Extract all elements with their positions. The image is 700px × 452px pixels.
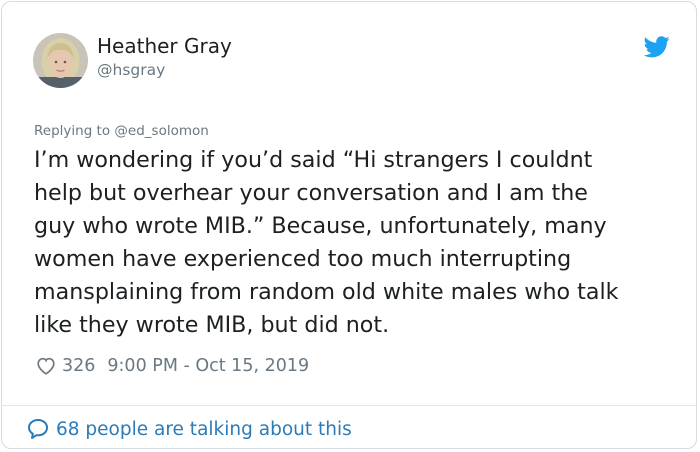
reply-context: Replying to @ed_solomon	[34, 122, 209, 140]
speech-bubble-icon	[28, 419, 48, 439]
tweet-text-line: I’m wondering if you’d said “Hi stranger…	[34, 147, 593, 173]
tweet-text-line: guy who wrote MIB.” Because, unfortunate…	[34, 213, 607, 239]
timestamp-link[interactable]: 9:00 PM - Oct 15, 2019	[107, 356, 309, 376]
conversation-link[interactable]: 68 people are talking about this	[26, 415, 352, 443]
reply-prefix: Replying to	[34, 123, 111, 139]
tweet-text-line: like they wrote MIB, but did not.	[34, 312, 390, 338]
tweet-text: I’m wondering if you’d said “Hi stranger…	[34, 144, 684, 342]
tweet-card: Heather Gray @hsgray Replying to @ed_sol…	[1, 1, 697, 449]
avatar[interactable]	[33, 33, 88, 88]
tweet-text-line: mansplaining from random old white males…	[34, 279, 619, 305]
tweet-text-line: help but overhear your conversation and …	[34, 180, 588, 206]
tweet-meta: 326 9:00 PM - Oct 15, 2019	[35, 353, 309, 379]
reply-to-handle-link[interactable]: @ed_solomon	[114, 123, 208, 139]
tweet-text-line: women have experienced too much interrup…	[34, 246, 572, 272]
conversation-label[interactable]: 68 people are talking about this	[56, 419, 352, 440]
like-count[interactable]: 326	[62, 356, 95, 376]
heart-icon[interactable]	[35, 355, 57, 377]
divider	[2, 405, 696, 406]
author-display-name[interactable]: Heather Gray	[97, 34, 232, 58]
avatar-image	[33, 33, 88, 88]
author-handle[interactable]: @hsgray	[97, 60, 165, 80]
twitter-bird-icon[interactable]	[644, 36, 670, 58]
